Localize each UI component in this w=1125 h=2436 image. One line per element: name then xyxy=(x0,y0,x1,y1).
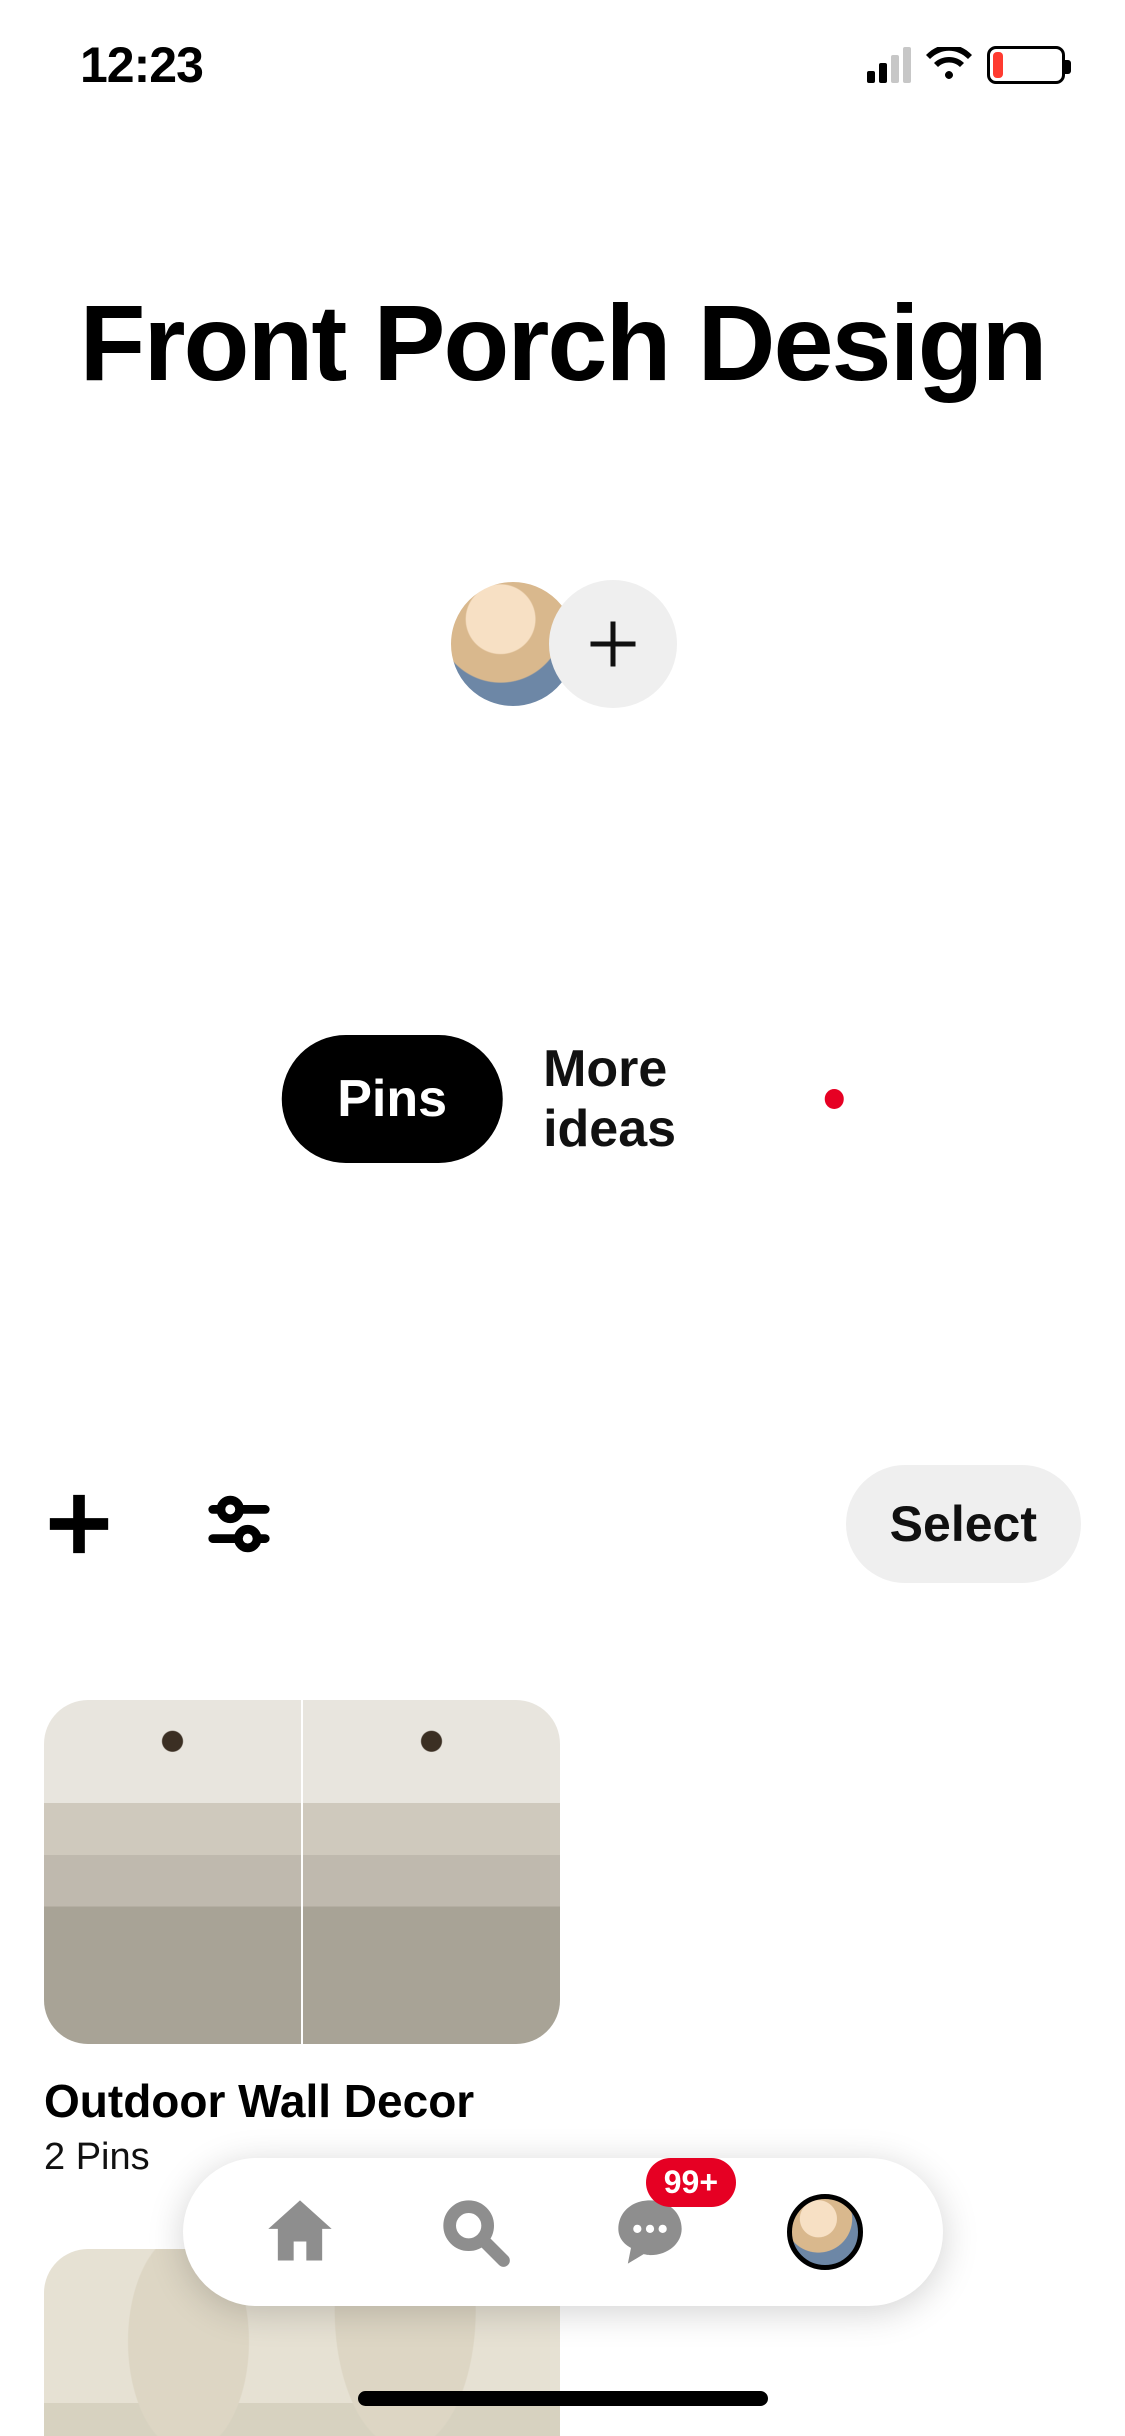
profile-avatar-icon xyxy=(787,2194,863,2270)
home-indicator[interactable] xyxy=(358,2391,768,2406)
tab-more-ideas[interactable]: More ideas xyxy=(543,1039,844,1159)
search-icon xyxy=(437,2194,513,2270)
status-time: 12:23 xyxy=(80,36,203,94)
section-title: Outdoor Wall Decor xyxy=(44,2074,560,2128)
add-pin-button[interactable] xyxy=(44,1489,114,1559)
section-thumbnail xyxy=(44,1700,560,2044)
pins-grid: Outdoor Wall Decor 2 Pins Fall Bac the B… xyxy=(44,1700,1081,2436)
tab-pins[interactable]: Pins xyxy=(281,1035,503,1163)
tab-more-ideas-label: More ideas xyxy=(543,1039,806,1159)
board-toolbar: Select xyxy=(0,1465,1125,1583)
section-card[interactable]: Outdoor Wall Decor 2 Pins xyxy=(44,1700,560,2179)
cellular-signal-icon xyxy=(867,47,911,83)
battery-icon xyxy=(987,46,1065,84)
bottom-nav: 99+ xyxy=(183,2158,943,2306)
filter-button[interactable] xyxy=(204,1489,274,1559)
nav-notifications-button[interactable]: 99+ xyxy=(600,2182,700,2282)
home-icon xyxy=(262,2194,338,2270)
status-indicators xyxy=(867,46,1065,84)
wifi-icon xyxy=(925,47,973,83)
nav-home-button[interactable] xyxy=(250,2182,350,2282)
plus-icon xyxy=(44,1489,114,1559)
status-bar: 12:23 xyxy=(0,0,1125,130)
nav-search-button[interactable] xyxy=(425,2182,525,2282)
plus-icon xyxy=(583,614,643,674)
sliders-icon xyxy=(204,1489,274,1559)
notification-dot-icon xyxy=(824,1089,843,1109)
notification-badge: 99+ xyxy=(646,2158,736,2207)
board-title: Front Porch Design xyxy=(0,280,1125,405)
board-tabs: Pins More ideas xyxy=(281,1035,844,1163)
add-collaborator-button[interactable] xyxy=(549,580,677,708)
select-button[interactable]: Select xyxy=(846,1465,1081,1583)
collaborators-row xyxy=(449,580,677,708)
nav-profile-button[interactable] xyxy=(775,2182,875,2282)
